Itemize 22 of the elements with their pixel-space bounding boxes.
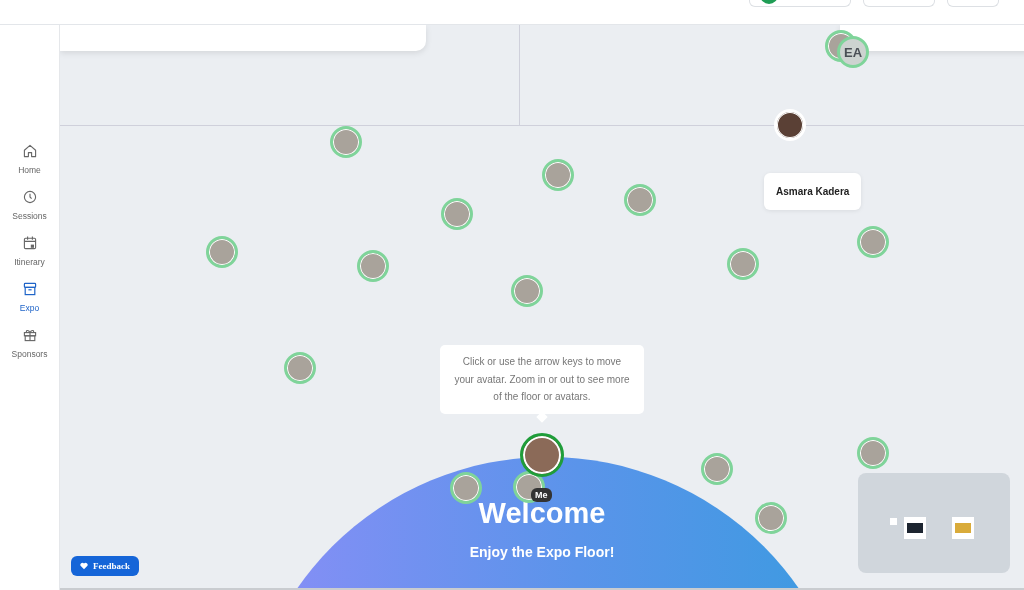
nav-item[interactable]: Itinerary [1,235,58,267]
me-label: Me [531,488,552,502]
clock-icon [21,189,38,205]
home-icon [21,143,38,159]
nav-item[interactable]: Sponsors [1,327,58,359]
nav-item[interactable]: Sessions [1,189,58,221]
minimap-booth [904,517,926,539]
welcome-subtitle: Enjoy the Expo Floor! [469,544,615,560]
gift-icon [21,327,38,343]
heart-icon [80,562,88,570]
nav-item[interactable]: Home [1,143,58,175]
minimap-booth [952,517,974,539]
booth-icon [21,281,38,297]
avatar-name-tooltip: Asmara Kadera [764,173,862,210]
calendar-icon [21,235,38,251]
minimap-booth [890,518,897,525]
expo-floor[interactable]: Welcome Enjoy the Expo Floor! EA Asmara Kadera Click or use the arrow keys to move your avatar. Zoom in or out to see more of the floor or avatars. Me Feedback [60,25,1024,590]
nav-item[interactable]: Expo [1,281,58,313]
feedback-button[interactable]: Feedback [71,556,139,576]
minimap[interactable] [858,473,1010,573]
my-avatar[interactable] [520,433,564,477]
toolbar-button[interactable] [749,0,851,7]
